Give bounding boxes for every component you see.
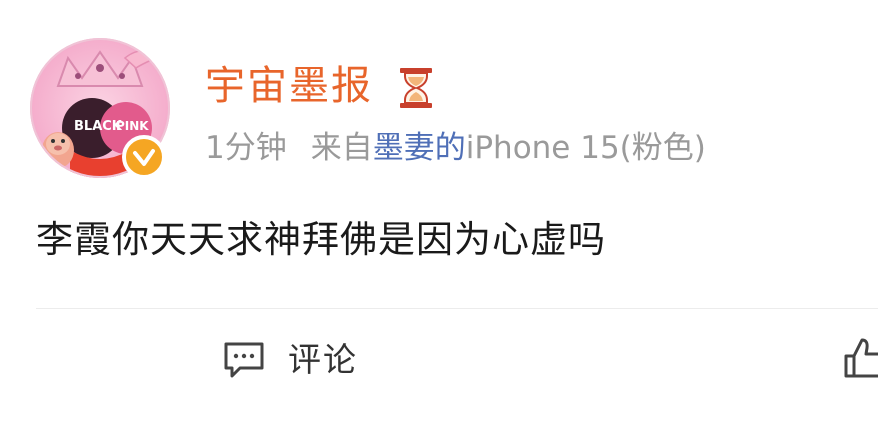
source-link[interactable]: 墨妻的	[373, 130, 466, 166]
post-content: 李霞你天天求神拜佛是因为心虚吗	[36, 218, 606, 261]
divider	[36, 308, 878, 309]
source-prefix: 来自	[310, 130, 373, 166]
thumbs-up-icon[interactable]	[840, 334, 878, 380]
post-time: 1分钟	[205, 130, 287, 166]
comment-icon	[224, 342, 264, 378]
source-device: iPhone 15(粉色)	[465, 130, 706, 166]
comment-button[interactable]: 评论	[222, 334, 358, 386]
post-meta: 1分钟 来自墨妻的iPhone 15(粉色)	[205, 126, 706, 170]
verified-badge-icon	[122, 135, 166, 179]
comment-label: 评论	[288, 340, 358, 379]
weibo-post: BLACK PINK 宇宙墨报 1分钟 来自墨妻的iPhone 15(粉色) 李…	[0, 0, 878, 430]
avatar-sticker-text: PINK	[116, 119, 149, 133]
username[interactable]: 宇宙墨报	[205, 60, 373, 112]
hourglass-icon	[400, 68, 432, 108]
